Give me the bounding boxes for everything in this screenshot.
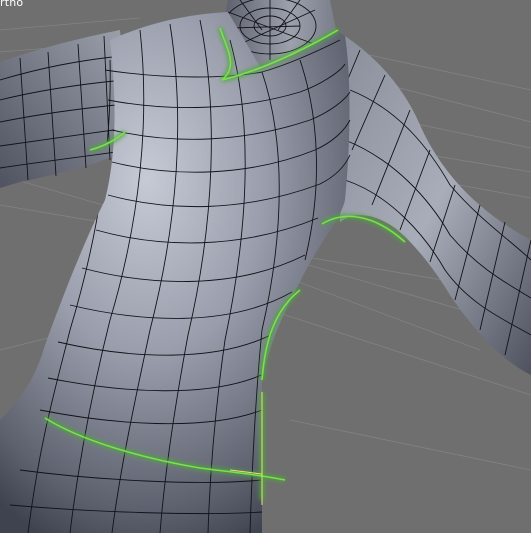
viewport-canvas[interactable] bbox=[0, 0, 531, 533]
left-arm-mesh[interactable] bbox=[0, 30, 131, 188]
right-arm-mesh[interactable] bbox=[334, 36, 531, 375]
view-mode-label: rtho bbox=[0, 0, 24, 9]
3d-viewport[interactable]: rtho bbox=[0, 0, 531, 533]
